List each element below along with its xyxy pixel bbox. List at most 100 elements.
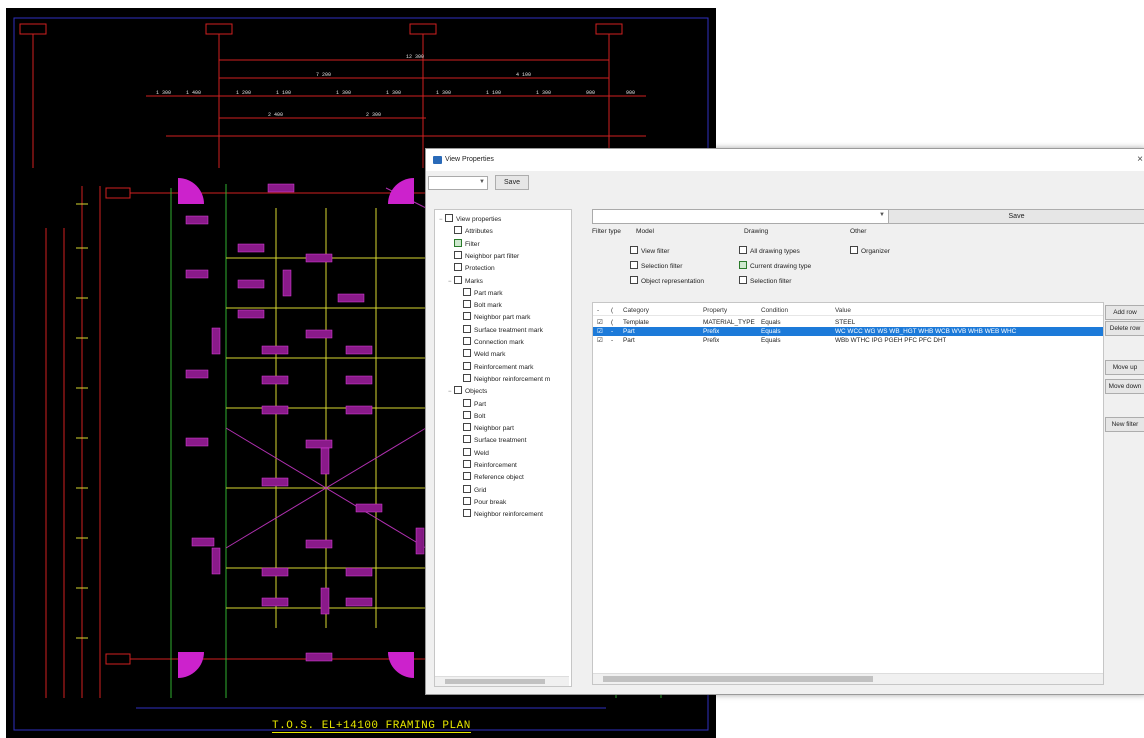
drawing-checkbox[interactable]: [739, 246, 747, 254]
grid-header-cell[interactable]: Property: [703, 306, 727, 315]
tree-item[interactable]: Pour break: [457, 496, 506, 506]
tree-checkbox[interactable]: [463, 460, 471, 468]
tree-item[interactable]: Protection: [448, 263, 495, 272]
tree-item[interactable]: Connection mark: [457, 337, 524, 346]
tree-item-label: Part mark: [474, 289, 503, 297]
tree-item[interactable]: − View properties: [439, 214, 501, 223]
tree-checkbox[interactable]: [463, 423, 471, 432]
tree-checkbox[interactable]: [463, 484, 471, 493]
drawing-checkbox-item[interactable]: All drawing types: [739, 246, 800, 255]
tree-item[interactable]: Neighbor part mark: [457, 312, 530, 321]
view-properties-tree: − View properties Attributes Filter Neighbor…: [434, 209, 572, 687]
tree-item[interactable]: Weld: [457, 447, 489, 457]
grid-header-cell[interactable]: (: [611, 306, 613, 315]
tree-checkbox[interactable]: [463, 509, 471, 518]
add-row-button[interactable]: Add row: [1105, 305, 1144, 320]
grid-cell-c0[interactable]: ☑: [597, 336, 603, 345]
svg-text:2 400: 2 400: [268, 112, 283, 118]
tree-checkbox[interactable]: [463, 361, 471, 370]
tree-item[interactable]: Bolt: [457, 410, 485, 420]
filter-save-button[interactable]: Save: [888, 209, 1144, 224]
tree-item[interactable]: Weld mark: [457, 349, 505, 358]
new-filter-button[interactable]: New filter: [1105, 417, 1144, 432]
grid-cell-c0[interactable]: ☑: [597, 318, 603, 327]
tree-checkbox[interactable]: [454, 386, 462, 395]
tree-checkbox[interactable]: [463, 349, 471, 358]
model-checkbox-item[interactable]: Object representation: [630, 276, 704, 285]
tree-item[interactable]: Neighbor reinforcement: [457, 509, 543, 518]
tree-checkbox[interactable]: [454, 250, 462, 259]
tree-item[interactable]: Reinforcement: [457, 460, 517, 469]
tree-item[interactable]: − Marks: [448, 275, 483, 285]
tree-item[interactable]: Part mark: [457, 287, 503, 297]
grid-header-cell[interactable]: Value: [835, 306, 851, 315]
tree-item[interactable]: Neighbor reinforcement m: [457, 373, 550, 383]
model-checkbox[interactable]: [630, 276, 638, 284]
drawing-title: T.O.S. EL+14100 FRAMING PLAN: [272, 720, 471, 733]
tree-item[interactable]: Grid: [457, 484, 487, 494]
model-checkbox-item[interactable]: Selection filter: [630, 261, 682, 270]
tree-horizontal-scrollbar[interactable]: [435, 676, 569, 686]
tree-checkbox[interactable]: [454, 275, 462, 284]
grid-header-cell[interactable]: Condition: [761, 306, 788, 315]
tree-checkbox[interactable]: [463, 496, 471, 505]
tree-item[interactable]: Part: [457, 398, 486, 408]
delete-row-button[interactable]: Delete row: [1105, 321, 1144, 336]
tree-checkbox[interactable]: [463, 435, 471, 444]
grid-cell-property: Prefix: [703, 337, 720, 344]
tree-checkbox[interactable]: [463, 447, 471, 456]
tree-checkbox[interactable]: [454, 238, 462, 247]
grid-header-cell[interactable]: -: [597, 306, 599, 315]
tree-checkbox[interactable]: [463, 472, 471, 481]
move-down-button[interactable]: Move down: [1105, 379, 1144, 394]
tree-checkbox[interactable]: [463, 300, 471, 309]
grid-horizontal-scrollbar[interactable]: [593, 673, 1103, 684]
tree-checkbox[interactable]: [454, 263, 462, 272]
tree-item[interactable]: Reinforcement mark: [457, 361, 533, 371]
move-up-button[interactable]: Move up: [1105, 360, 1144, 375]
other-checkbox[interactable]: [850, 246, 858, 254]
grid-row[interactable]: ☑ - Part Prefix Equals WBb WTHC IPG PGEH PFC …: [593, 336, 1103, 345]
model-checkbox[interactable]: [630, 261, 638, 269]
tree-checkbox[interactable]: [463, 287, 471, 296]
tree-item-label: Objects: [465, 388, 488, 396]
dialog-title-bar[interactable]: View Properties ×: [426, 149, 1144, 171]
tree-item-label: Neighbor reinforcement: [474, 511, 543, 519]
grid-row[interactable]: ☑ (Template MATERIAL_TYPE Equals STEEL: [593, 318, 1103, 327]
tree-item[interactable]: Surface treatment: [457, 435, 526, 444]
settings-combo[interactable]: ▼: [428, 176, 488, 190]
tree-item[interactable]: Bolt mark: [457, 300, 502, 309]
tree-item[interactable]: Neighbor part filter: [448, 250, 519, 260]
tree-item[interactable]: Neighbor part: [457, 423, 514, 432]
grid-cell-c1: (: [611, 319, 614, 326]
tree-checkbox[interactable]: [454, 226, 462, 235]
drawing-checkbox[interactable]: [739, 261, 747, 269]
grid-cell-c0[interactable]: ☑: [597, 327, 603, 336]
tree-item[interactable]: Reference object: [457, 472, 524, 481]
model-checkbox-item[interactable]: View filter: [630, 246, 669, 255]
tree-checkbox[interactable]: [463, 398, 471, 407]
settings-save-button[interactable]: Save: [495, 175, 529, 190]
model-checkbox[interactable]: [630, 246, 638, 254]
tree-checkbox[interactable]: [463, 410, 471, 419]
tree-item[interactable]: Attributes: [448, 226, 493, 235]
tree-checkbox[interactable]: [463, 337, 471, 345]
tree-item[interactable]: Surface treatment mark: [457, 324, 543, 334]
tree-item-label: Weld mark: [474, 351, 506, 359]
other-checkbox-item[interactable]: Organizer: [850, 246, 890, 255]
tree-checkbox[interactable]: [463, 324, 471, 333]
tree-checkbox[interactable]: [445, 214, 453, 222]
tree-item[interactable]: − Objects: [448, 386, 487, 395]
grid-header-cell[interactable]: Category: [623, 306, 649, 315]
filter-combo[interactable]: ▼: [592, 209, 890, 224]
drawing-checkbox-item[interactable]: Selection filter: [739, 276, 791, 285]
drawing-checkbox-item[interactable]: Current drawing type: [739, 261, 811, 270]
tree-checkbox[interactable]: [463, 312, 471, 321]
drawing-checkbox[interactable]: [739, 276, 747, 284]
tree-checkbox[interactable]: [463, 373, 471, 382]
close-button[interactable]: ×: [1137, 154, 1143, 165]
grid-row[interactable]: ☑ - Part Prefix Equals WC WCC WG WS WB_HGT WH…: [593, 327, 1103, 336]
tree-item[interactable]: Filter: [448, 238, 480, 248]
tree-item-label: Grid: [474, 486, 487, 494]
grid-cell-condition: Equals: [761, 337, 781, 344]
